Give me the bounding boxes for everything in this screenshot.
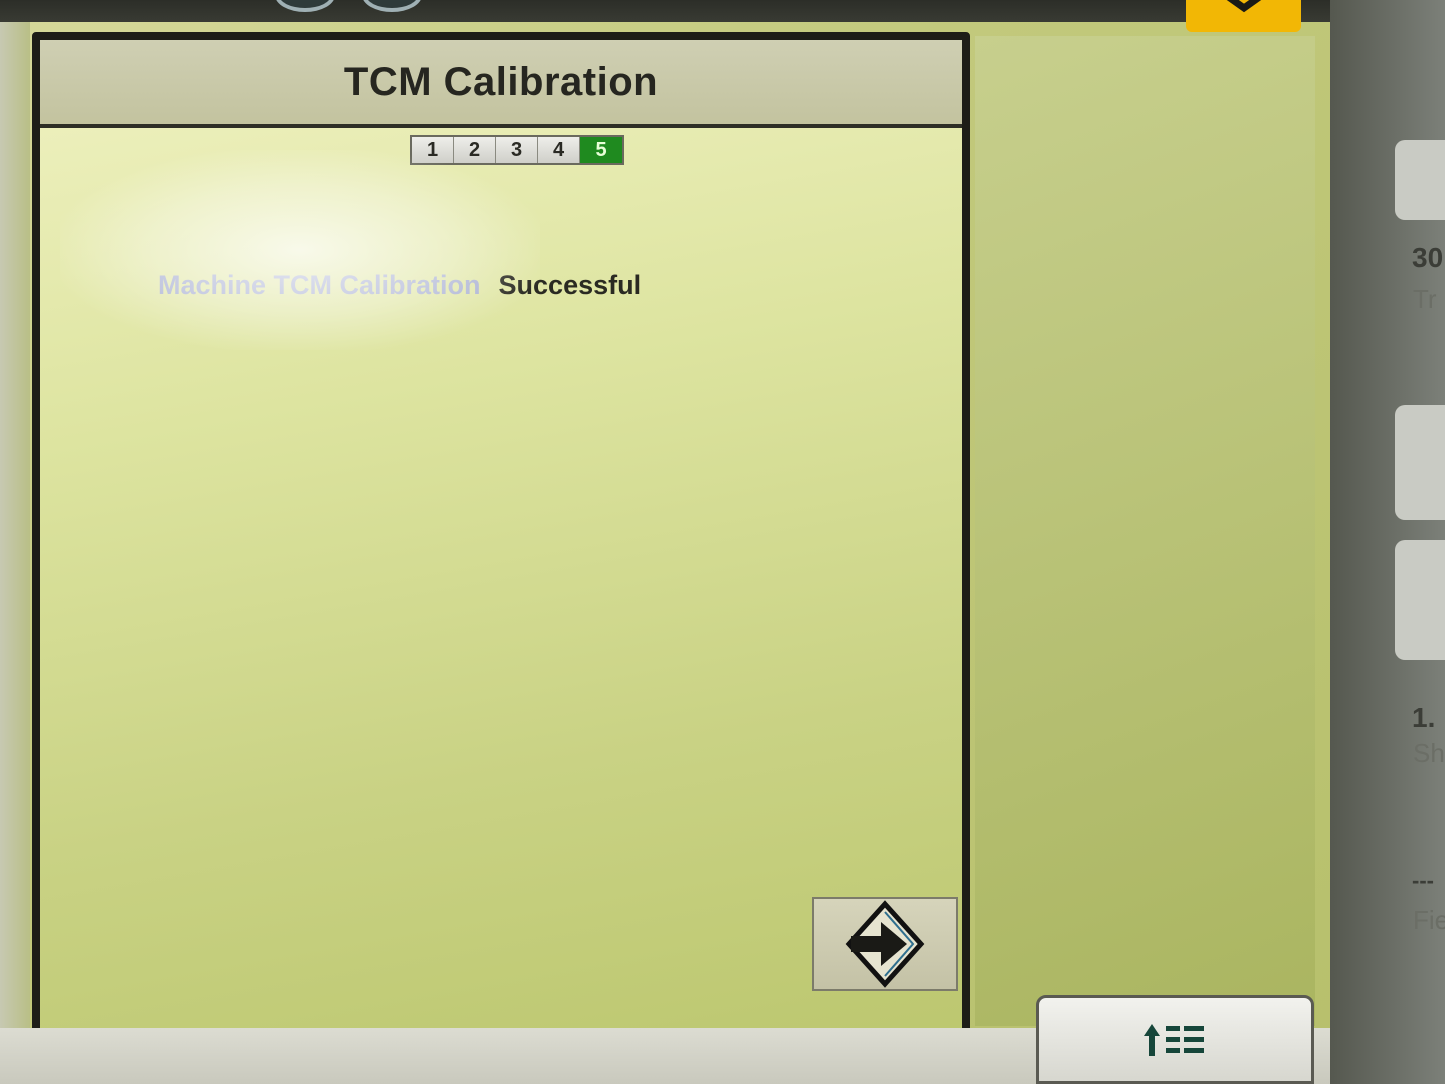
next-button[interactable] — [812, 897, 958, 991]
calibration-dialog: TCM Calibration 1 2 3 4 5 Machine TCM Ca… — [32, 32, 970, 1052]
top-round-button-left[interactable] — [275, 0, 335, 12]
side-card-2[interactable] — [1395, 405, 1445, 520]
screen-left-edge — [0, 22, 30, 1084]
menu-up-icon — [1144, 1023, 1204, 1056]
top-round-button-right[interactable] — [362, 0, 422, 12]
step-4: 4 — [538, 137, 580, 163]
dialog-title: TCM Calibration — [343, 59, 659, 104]
step-1: 1 — [412, 137, 454, 163]
side-value-1: 30 — [1412, 242, 1444, 273]
side-card-3[interactable] — [1395, 540, 1445, 660]
step-indicator: 1 2 3 4 5 — [410, 135, 624, 165]
status-value: Successful — [498, 270, 642, 300]
side-label-2: Sh — [1413, 738, 1445, 768]
close-icon — [1226, 0, 1261, 13]
side-label-3: Fie — [1413, 905, 1445, 935]
right-panel — [975, 36, 1315, 1026]
arrow-right-icon — [845, 900, 925, 988]
step-3: 3 — [496, 137, 538, 163]
step-2: 2 — [454, 137, 496, 163]
menu-button[interactable] — [1036, 995, 1314, 1084]
side-value-3: --- — [1412, 868, 1434, 893]
dialog-header: TCM Calibration — [40, 40, 962, 128]
close-button[interactable] — [1186, 0, 1301, 32]
calibration-status-row: Machine TCM Calibration Successful — [158, 270, 641, 301]
side-card-1[interactable] — [1395, 140, 1445, 220]
step-5-active: 5 — [580, 137, 622, 163]
side-label-1: Tr — [1413, 284, 1437, 314]
status-label: Machine TCM Calibration — [158, 270, 481, 300]
side-value-2: 1. — [1412, 702, 1436, 733]
